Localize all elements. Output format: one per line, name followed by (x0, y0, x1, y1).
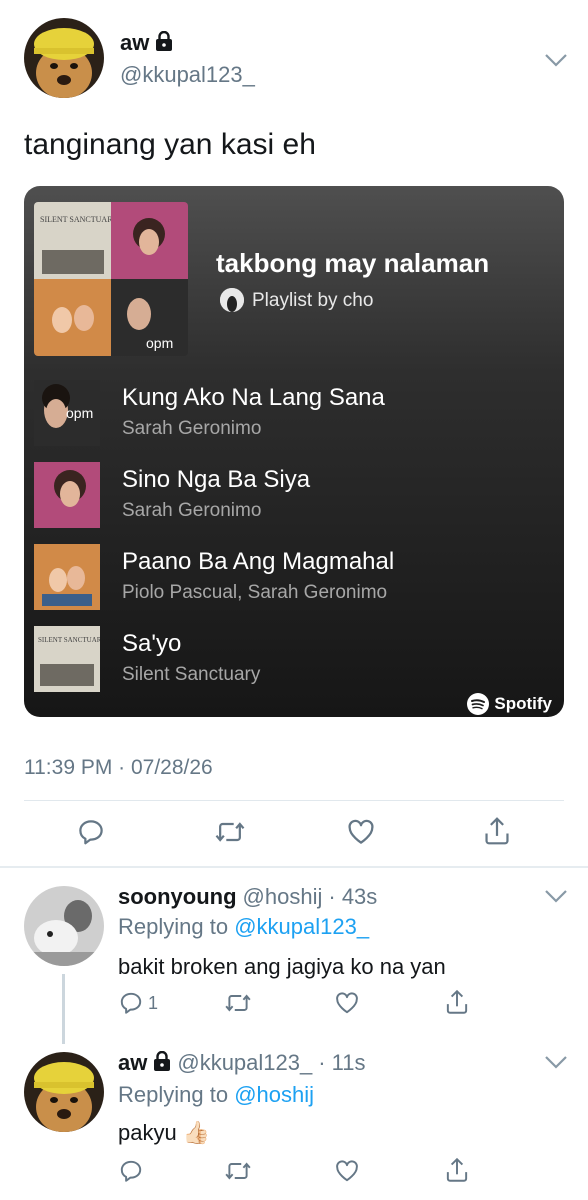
replying-to-link[interactable]: @hoshij (234, 1082, 314, 1107)
playlist-owner: Playlist by cho (252, 290, 374, 311)
like-button[interactable] (334, 990, 360, 1016)
tweet-text: tanginang yan kasi eh (24, 128, 316, 161)
share-button[interactable] (444, 1156, 470, 1184)
author-handle[interactable]: @hoshij (243, 884, 323, 910)
track-row[interactable]: SILENT SANCTUARY Sa'yo Silent Sanctuary (24, 626, 564, 696)
chevron-down-icon[interactable] (544, 1054, 568, 1070)
thread-line (62, 974, 65, 1044)
share-button[interactable] (482, 815, 512, 847)
share-icon (446, 1157, 468, 1182)
reply-button[interactable] (76, 817, 106, 847)
reply-button[interactable] (118, 1158, 144, 1184)
replying-label: Replying to (118, 1082, 229, 1107)
lock-icon (155, 30, 173, 56)
author-name[interactable]: aw (118, 1050, 147, 1076)
svg-text:SILENT SANCTUARY: SILENT SANCTUARY (38, 636, 100, 644)
author-name[interactable]: soonyoung (118, 884, 237, 910)
reply-button[interactable]: 1 (118, 990, 158, 1016)
svg-text:opm: opm (146, 335, 173, 351)
share-icon (485, 817, 509, 845)
like-button[interactable] (346, 817, 376, 847)
track-title: Sino Nga Ba Siya (122, 466, 311, 493)
track-thumbnail: opm (34, 380, 100, 446)
tweet-timestamp[interactable]: 11:39 PM · 07/28/26 (24, 756, 213, 780)
share-button[interactable] (444, 988, 470, 1016)
chevron-down-icon[interactable] (544, 888, 568, 904)
track-row[interactable]: opm Kung Ako Na Lang Sana Sarah Geronimo (24, 380, 564, 450)
retweet-button[interactable] (224, 1158, 252, 1184)
track-title: Sa'yo (122, 630, 182, 657)
author-name[interactable]: aw (120, 30, 149, 56)
reply-icon (120, 1160, 142, 1182)
author-handle[interactable]: @kkupal123_ (120, 62, 255, 88)
spotify-logo[interactable]: Spotify (466, 691, 552, 717)
lock-icon (153, 1050, 171, 1076)
spotify-icon (467, 693, 490, 715)
reply-count: 1 (148, 992, 159, 1013)
replying-to-link[interactable]: @kkupal123_ (234, 914, 369, 939)
retweet-icon (215, 822, 245, 842)
reply-icon (120, 992, 142, 1014)
reply-icon (79, 820, 103, 845)
track-artist: Sarah Geronimo (122, 500, 262, 521)
like-icon (336, 992, 358, 1014)
like-icon (348, 819, 374, 844)
reply-text: pakyu (118, 1120, 177, 1145)
track-row[interactable]: Sino Nga Ba Siya Sarah Geronimo (24, 462, 564, 532)
author-handle[interactable]: @kkupal123_ (177, 1050, 312, 1076)
thumbs-up-emoji: 👍🏻 (182, 1120, 211, 1145)
track-thumbnail (34, 544, 100, 610)
track-title: Paano Ba Ang Magmahal (122, 548, 395, 575)
reply-text: bakit broken ang jagiya ko na yan (118, 954, 446, 979)
avatar[interactable] (24, 1052, 104, 1132)
svg-text:opm: opm (66, 405, 93, 421)
like-icon (336, 1160, 358, 1182)
reply-time[interactable]: · 43s (328, 884, 377, 910)
replying-label: Replying to (118, 914, 229, 939)
spotify-wordmark: Spotify (494, 694, 552, 713)
track-title: Kung Ako Na Lang Sana (122, 384, 385, 411)
avatar[interactable] (24, 18, 104, 98)
track-artist: Piolo Pascual, Sarah Geronimo (122, 582, 388, 603)
playlist-cover: SILENT SANCTUARY opm (34, 202, 188, 356)
reply-time[interactable]: · 11s (318, 1050, 365, 1076)
share-icon (446, 989, 468, 1014)
track-thumbnail: SILENT SANCTUARY (34, 626, 100, 692)
retweet-icon (225, 1162, 251, 1180)
chevron-down-icon[interactable] (544, 52, 568, 68)
track-artist: Sarah Geronimo (122, 418, 262, 439)
track-row[interactable]: Paano Ba Ang Magmahal Piolo Pascual, Sar… (24, 544, 564, 614)
retweet-icon (225, 994, 251, 1012)
retweet-button[interactable] (214, 817, 246, 847)
spotify-card[interactable]: SILENT SANCTUARY opm takbong may nalaman… (24, 186, 564, 717)
like-button[interactable] (334, 1158, 360, 1184)
avatar[interactable] (24, 886, 104, 966)
svg-text:SILENT SANCTUARY: SILENT SANCTUARY (40, 215, 118, 224)
divider (24, 800, 564, 801)
track-thumbnail (34, 462, 100, 528)
divider (0, 866, 588, 868)
retweet-button[interactable] (224, 990, 252, 1016)
playlist-title[interactable]: takbong may nalaman (216, 248, 489, 279)
playlist-owner-avatar (220, 288, 244, 312)
track-artist: Silent Sanctuary (122, 664, 261, 685)
